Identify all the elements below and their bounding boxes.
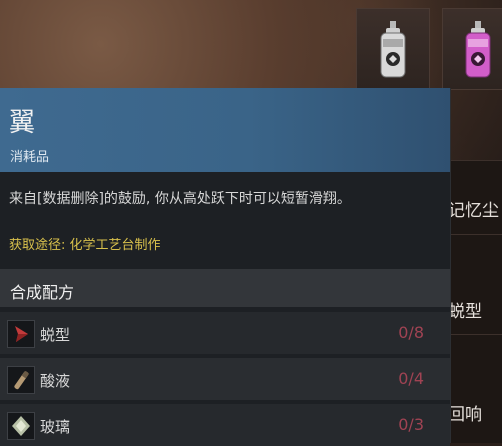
right-list-item-3[interactable]: 回响 xyxy=(448,400,482,425)
pink-bottle-icon xyxy=(465,21,491,78)
red-crystal-icon xyxy=(7,320,35,348)
item-header: 翼 消耗品 xyxy=(0,88,450,172)
item-name: 翼 xyxy=(9,108,36,138)
recipe-title: 合成配方 xyxy=(10,283,75,302)
glass-shard-icon xyxy=(7,412,35,440)
ingredient-name: 玻璃 xyxy=(40,418,71,436)
item-category: 消耗品 xyxy=(10,150,50,165)
recipe-row: 蜕型 0/8 xyxy=(0,312,450,354)
ingredient-count: 0/3 xyxy=(398,415,424,434)
recipe-row: 酸液 0/4 xyxy=(0,358,450,400)
vial-icon xyxy=(7,366,35,394)
white-bottle-icon xyxy=(380,21,406,78)
recipe-header: 合成配方 xyxy=(0,269,450,307)
item-tooltip-panel: 翼 消耗品 来自[数据删除]的鼓励, 你从高处跃下时可以短暂滑翔。 获取途径: … xyxy=(0,88,451,446)
right-list-item-1[interactable]: 记忆尘 xyxy=(448,196,499,221)
item-source: 获取途径: 化学工艺台制作 xyxy=(9,238,161,253)
ingredient-name: 酸液 xyxy=(40,372,71,390)
ingredient-count: 0/4 xyxy=(398,369,424,388)
item-description: 来自[数据删除]的鼓励, 你从高处跃下时可以短暂滑翔。 xyxy=(9,191,351,207)
inventory-slot-bottle-white[interactable] xyxy=(356,8,430,90)
ingredient-name: 蜕型 xyxy=(40,326,71,344)
ingredient-count: 0/8 xyxy=(398,323,424,342)
recipe-row: 玻璃 0/3 xyxy=(0,404,450,446)
right-list-item-2[interactable]: 蜕型 xyxy=(448,297,482,322)
inventory-slot-bottle-pink[interactable] xyxy=(442,8,502,90)
